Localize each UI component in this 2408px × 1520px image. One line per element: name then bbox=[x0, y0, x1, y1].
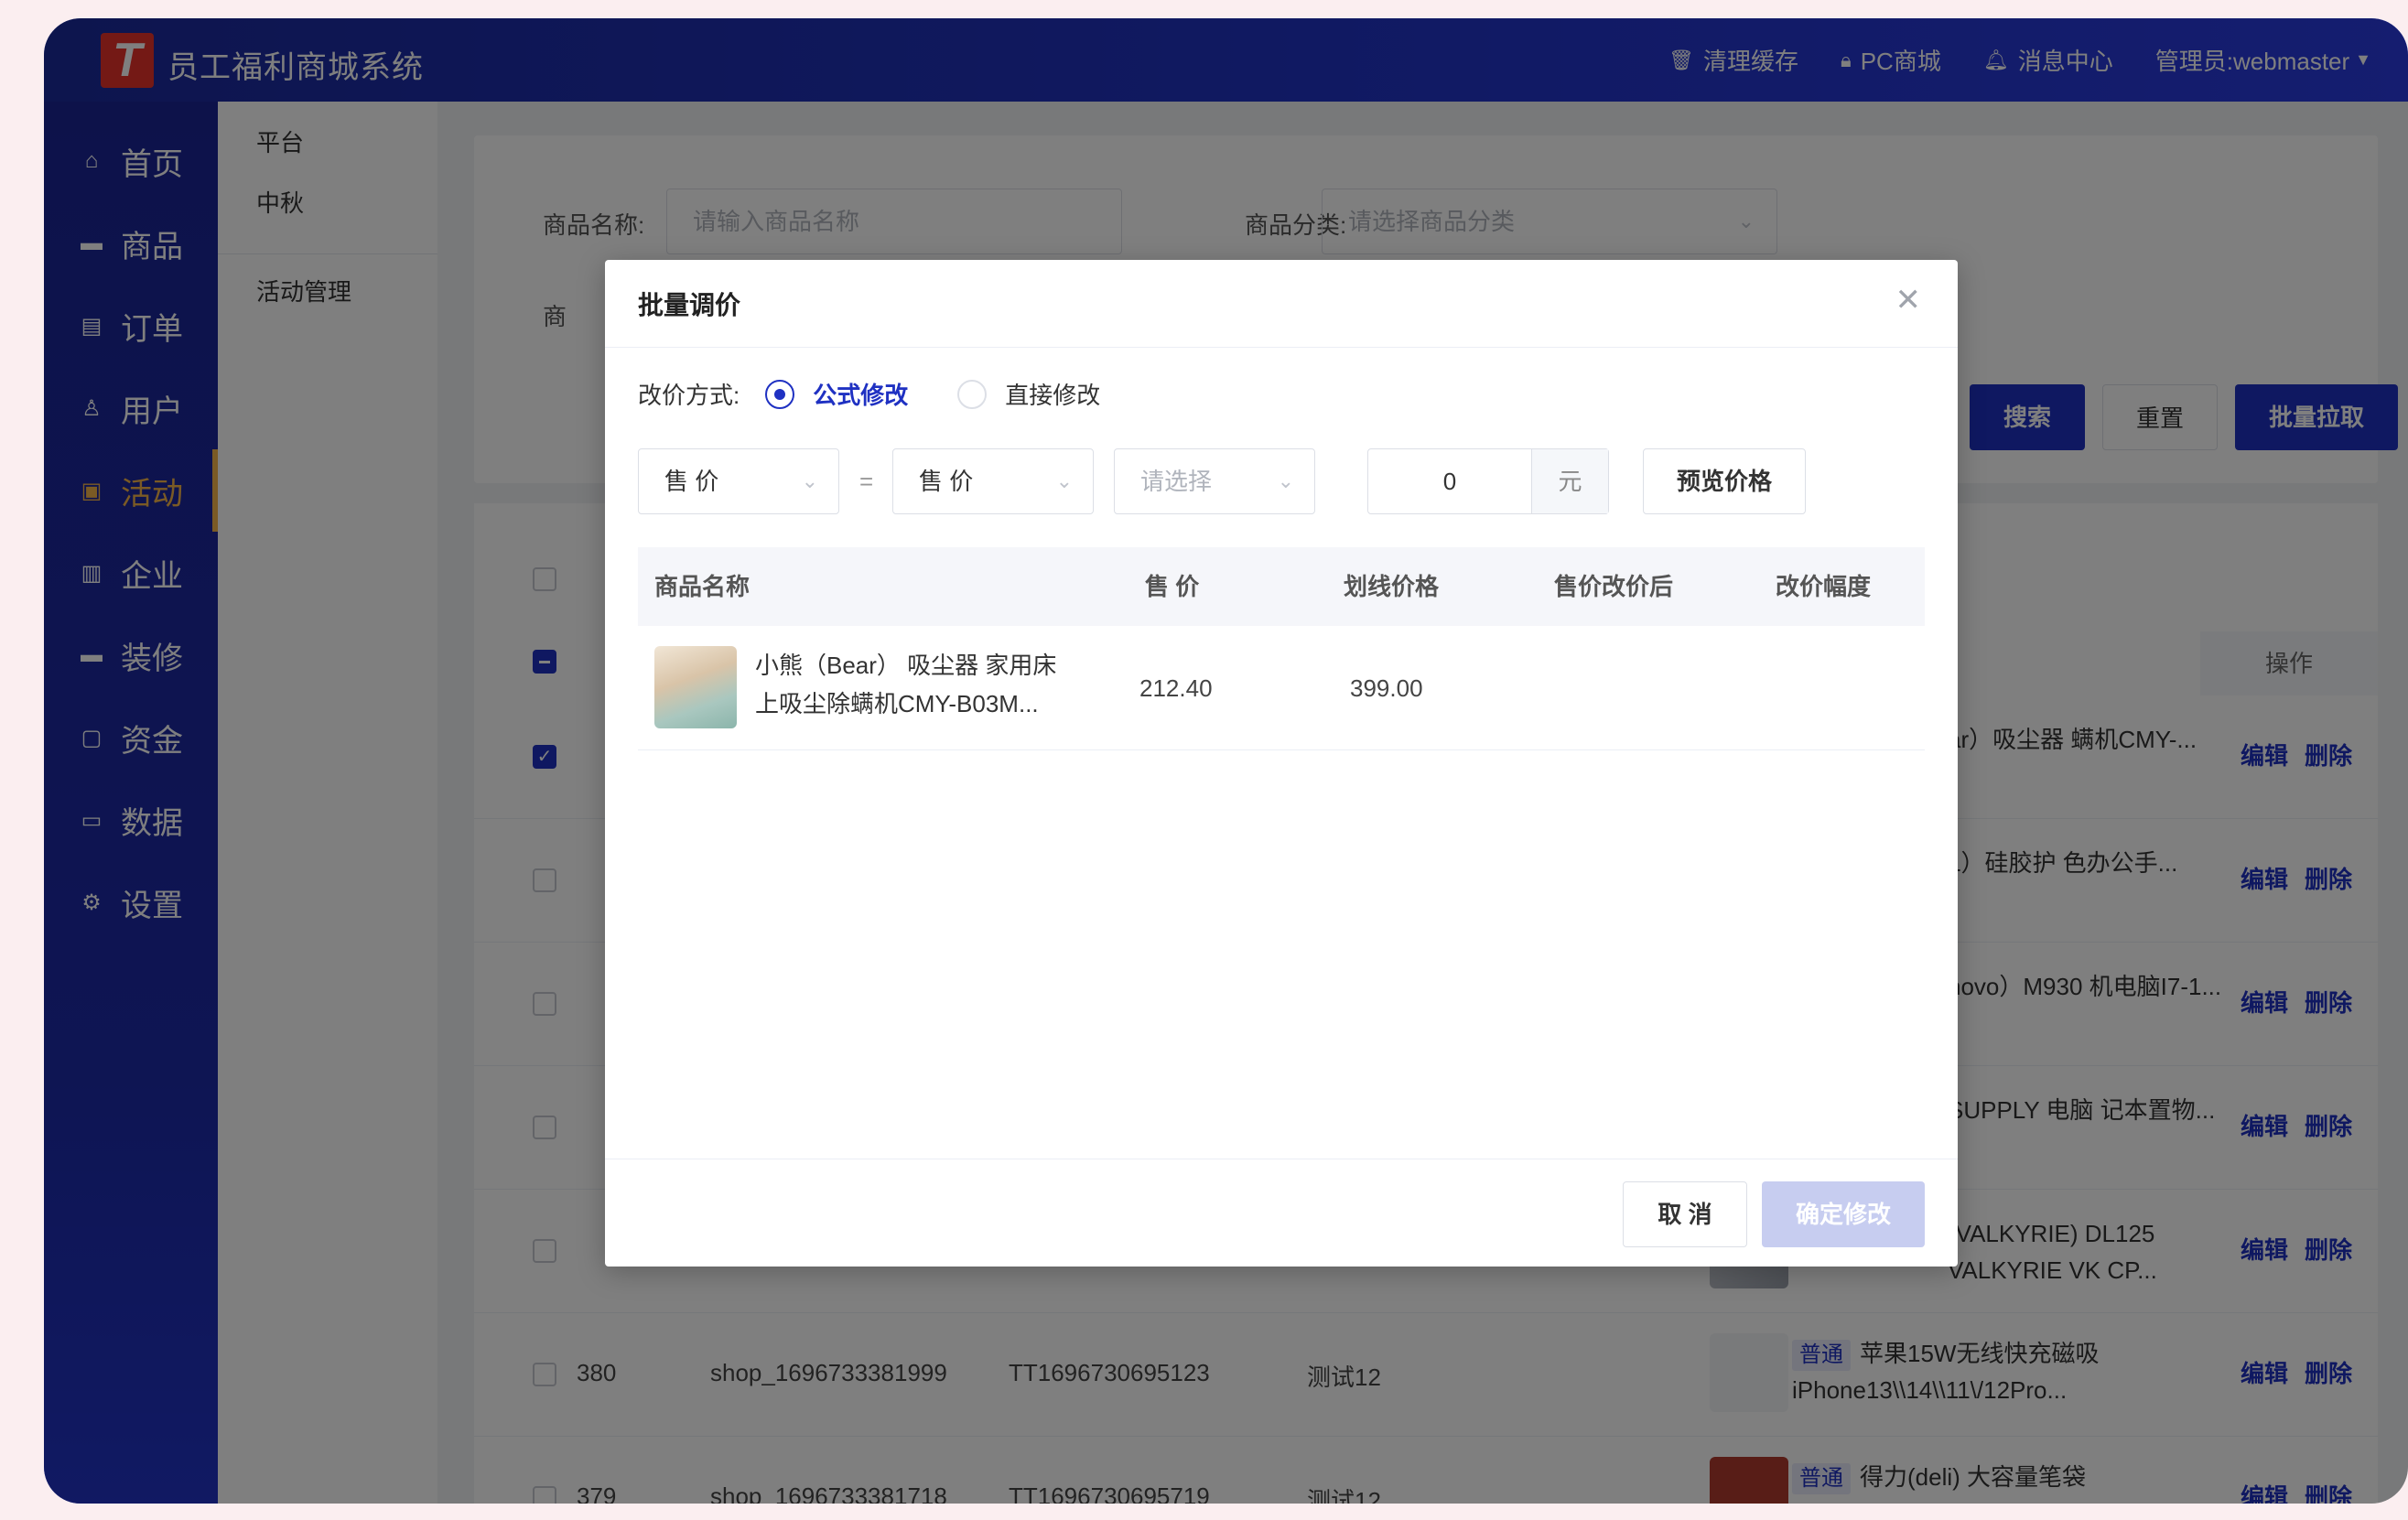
radio-formula[interactable]: 公式修改 bbox=[765, 377, 908, 411]
cancel-button[interactable]: 取 消 bbox=[1623, 1181, 1747, 1247]
radio-direct[interactable]: 直接修改 bbox=[957, 377, 1100, 411]
confirm-button[interactable]: 确定修改 bbox=[1762, 1181, 1925, 1247]
product-name: 小熊（Bear） 吸尘器 家用床上吸尘除螨机CMY-B03M... bbox=[755, 652, 1057, 717]
table-row: 小熊（Bear） 吸尘器 家用床上吸尘除螨机CMY-B03M... 212.40… bbox=[638, 626, 1925, 750]
product-thumbnail bbox=[654, 646, 737, 728]
dialog-header: 批量调价 ✕ bbox=[605, 260, 1958, 348]
preview-table: 商品名称 售 价 划线价格 售价改价后 改价幅度 小熊（Bear） 吸尘器 家用… bbox=[638, 547, 1925, 750]
chevron-down-icon: ⌄ bbox=[1277, 469, 1294, 492]
source-field-select[interactable]: 售 价 ⌄ bbox=[892, 448, 1094, 514]
price-mode-label: 改价方式: bbox=[638, 382, 740, 409]
unit-label: 元 bbox=[1531, 449, 1608, 513]
formula-row: 售 价 ⌄ = 售 价 ⌄ 请选择 ⌄ 0 元 预览价格 bbox=[638, 448, 1938, 514]
equals-sign: = bbox=[859, 468, 874, 495]
chevron-down-icon: ⌄ bbox=[1055, 469, 1073, 492]
price-cell: 212.40 bbox=[1139, 674, 1213, 702]
dialog-footer: 取 消 确定修改 bbox=[605, 1159, 1958, 1267]
list-price-cell: 399.00 bbox=[1350, 674, 1423, 702]
radio-dot-icon bbox=[765, 379, 795, 409]
target-field-select[interactable]: 售 价 ⌄ bbox=[638, 448, 839, 514]
preview-price-button[interactable]: 预览价格 bbox=[1643, 448, 1806, 514]
operator-select[interactable]: 请选择 ⌄ bbox=[1114, 448, 1315, 514]
app-window: T 员工福利商城系统 🗑 清理缓存 🔒︎ PC商城 🔔︎ 消息中心 管理员:we… bbox=[44, 18, 2408, 1504]
chevron-down-icon: ⌄ bbox=[801, 469, 818, 492]
amount-input[interactable]: 0 元 bbox=[1367, 448, 1609, 514]
bulk-price-dialog: 批量调价 ✕ 改价方式: 公式修改 直接修改 售 价 ⌄ = 售 价 ⌄ 请选择… bbox=[605, 260, 1958, 1267]
close-icon[interactable]: ✕ bbox=[1895, 282, 1922, 318]
radio-dot-icon bbox=[957, 379, 988, 409]
price-mode-row: 改价方式: 公式修改 直接修改 bbox=[638, 377, 1150, 411]
dialog-title: 批量调价 bbox=[638, 291, 741, 319]
preview-table-header: 商品名称 售 价 划线价格 售价改价后 改价幅度 bbox=[638, 547, 1925, 626]
